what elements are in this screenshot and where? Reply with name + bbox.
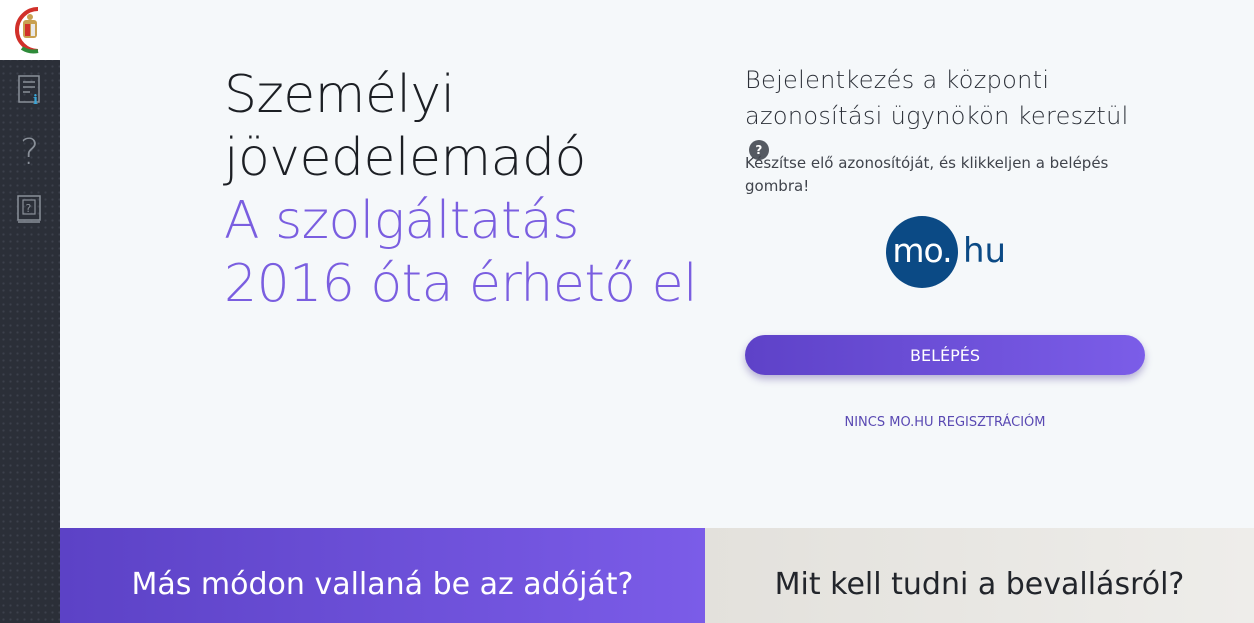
mohu-logo-suffix: hu	[963, 231, 1007, 271]
page-subtitle: A szolgáltatás 2016 óta érhető el	[224, 191, 698, 314]
filing-info-panel[interactable]: Mit kell tudni a bevallásról?	[705, 528, 1254, 623]
no-registration-link[interactable]: NINCS MO.HU REGISZTRÁCIÓM	[745, 415, 1145, 430]
login-button[interactable]: BELÉPÉS	[745, 335, 1145, 375]
document-info-icon[interactable]: i	[14, 72, 46, 108]
filing-info-label: Mit kell tudni a bevallásról?	[774, 567, 1185, 602]
other-filing-methods-label: Más módon vallaná be az adóját?	[131, 567, 634, 602]
page-title: Személyi jövedelemadó A szolgáltatás 201…	[224, 64, 704, 316]
login-description: Készítse elő azonosítóját, és klikkeljen…	[745, 154, 1109, 195]
other-filing-methods-panel[interactable]: Más módon vallaná be az adóját?	[60, 528, 705, 623]
mohu-logo-circle: mo.	[886, 216, 958, 288]
mohu-logo: mo. hu	[886, 216, 1016, 290]
sidebar: i ? ?	[0, 0, 60, 623]
svg-text:?: ?	[20, 132, 39, 168]
page-title-main: Személyi jövedelemadó	[224, 65, 586, 188]
coat-of-arms-logo[interactable]	[0, 0, 60, 60]
svg-text:?: ?	[26, 202, 32, 215]
coat-of-arms-icon	[15, 7, 39, 54]
login-heading-text: Bejelentkezés a központi azonosítási ügy…	[745, 66, 1129, 130]
help-book-icon[interactable]: ?	[14, 192, 46, 226]
question-mark-icon[interactable]: ?	[14, 132, 46, 173]
svg-text:i: i	[33, 93, 38, 106]
